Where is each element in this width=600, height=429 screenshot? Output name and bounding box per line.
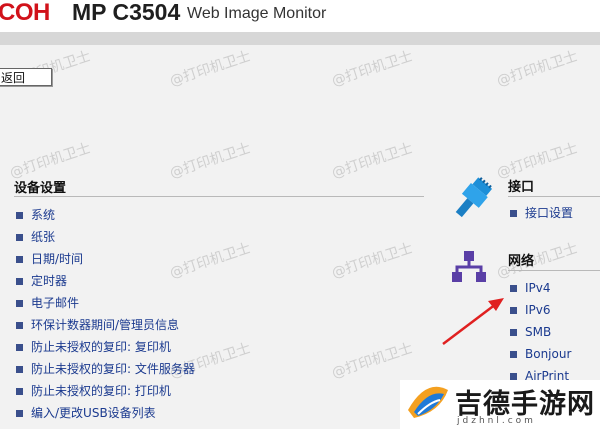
bullet-icon: [510, 285, 517, 292]
link-eco-counter[interactable]: 环保计数器期间/管理员信息: [16, 314, 195, 336]
bullet-icon: [510, 351, 517, 358]
link-paper[interactable]: 纸张: [16, 226, 195, 248]
link-ipv6[interactable]: IPv6: [510, 299, 571, 321]
annotation-arrow-icon: [442, 298, 504, 345]
bullet-icon: [16, 366, 23, 373]
interface-title: 接口: [508, 180, 535, 195]
bullet-icon: [16, 388, 23, 395]
link-usb-device-list[interactable]: 编入/更改USB设备列表: [16, 402, 195, 424]
app-header: COH MP C3504 Web Image Monitor: [0, 0, 600, 32]
link-copy-guard-docserver[interactable]: 防止未授权的复印: 文件服务器: [16, 358, 195, 380]
link-copy-guard-printer[interactable]: 防止未授权的复印: 打印机: [16, 380, 195, 402]
back-button[interactable]: 返回: [0, 68, 52, 86]
device-settings-list: 系统 纸张 日期/时间 定时器 电子邮件 环保计数器期间/管理员信息 防止未授权…: [16, 204, 195, 424]
bullet-icon: [16, 344, 23, 351]
link-system[interactable]: 系统: [16, 204, 195, 226]
overlay-logo: 吉德手游网 jdzhnl.com: [400, 380, 600, 429]
bullet-icon: [510, 329, 517, 336]
menu-bar: [0, 32, 600, 45]
interface-divider: [508, 196, 600, 197]
network-title: 网络: [508, 254, 535, 269]
bullet-icon: [510, 210, 517, 217]
bullet-icon: [16, 278, 23, 285]
network-divider: [508, 270, 600, 271]
link-email[interactable]: 电子邮件: [16, 292, 195, 314]
network-list: IPv4 IPv6 SMB Bonjour AirPrint: [510, 277, 571, 387]
device-settings-divider: [14, 196, 424, 197]
overlay-logo-subtext: jdzhnl.com: [457, 416, 536, 426]
network-cable-icon: [448, 176, 494, 228]
brand-logo: COH: [0, 0, 50, 26]
bullet-icon: [510, 307, 517, 314]
device-settings-title: 设备设置: [14, 181, 67, 196]
link-ipv4[interactable]: IPv4: [510, 277, 571, 299]
interface-list: 接口设置: [510, 202, 573, 224]
bullet-icon: [16, 212, 23, 219]
bullet-icon: [510, 373, 517, 380]
device-model: MP C3504: [72, 0, 181, 25]
rocket-logo-icon: [408, 386, 448, 418]
link-copy-guard-copier[interactable]: 防止未授权的复印: 复印机: [16, 336, 195, 358]
link-bonjour[interactable]: Bonjour: [510, 343, 571, 365]
link-smb[interactable]: SMB: [510, 321, 571, 343]
bullet-icon: [16, 300, 23, 307]
link-date-time[interactable]: 日期/时间: [16, 248, 195, 270]
bullet-icon: [16, 234, 23, 241]
bullet-icon: [16, 410, 23, 417]
network-topology-icon: [450, 250, 488, 290]
product-name: Web Image Monitor: [187, 5, 327, 22]
bullet-icon: [16, 322, 23, 329]
link-interface-settings[interactable]: 接口设置: [510, 202, 573, 224]
bullet-icon: [16, 256, 23, 263]
link-timer[interactable]: 定时器: [16, 270, 195, 292]
